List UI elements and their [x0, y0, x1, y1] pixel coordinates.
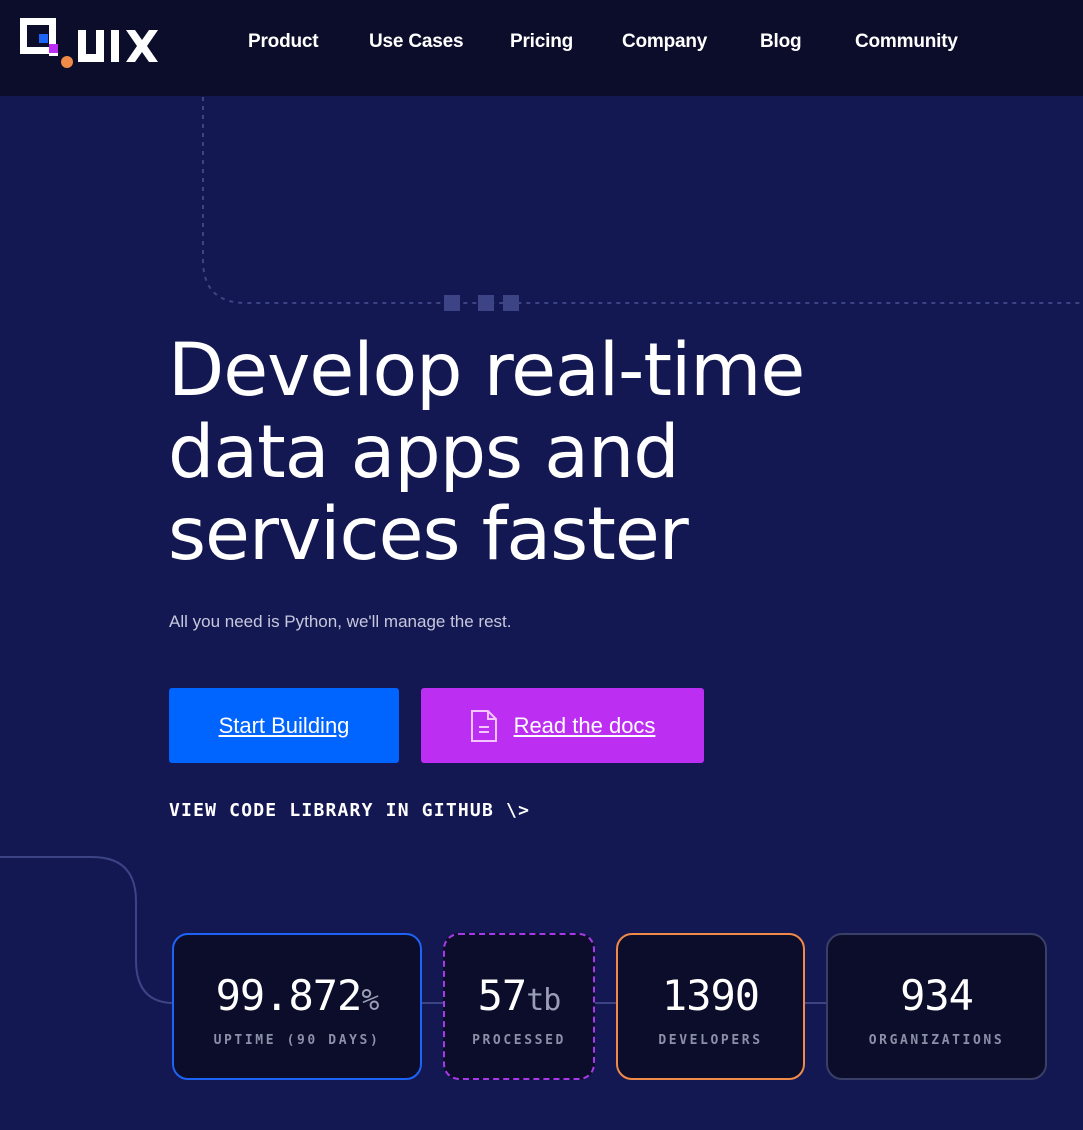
hero-subtitle: All you need is Python, we'll manage the…: [169, 612, 512, 631]
stat-card-uptime: 99.872% UPTIME (90 DAYS): [172, 933, 422, 1080]
nav-link-community[interactable]: Community: [855, 31, 958, 53]
top-navigation: Product Use Cases Pricing Company Blog C…: [0, 0, 1083, 96]
stat-label: ORGANIZATIONS: [868, 1033, 1005, 1048]
stat-value: 1390: [618, 971, 803, 1020]
start-building-button[interactable]: Start Building: [169, 688, 399, 763]
hero-title: Develop real-time data apps and services…: [168, 330, 888, 576]
github-code-library-link[interactable]: VIEW CODE LIBRARY IN GITHUB \>: [169, 800, 530, 821]
stat-value: 99.872%: [174, 971, 420, 1020]
stat-number: 99.872: [215, 971, 363, 1020]
stat-value: 57tb: [445, 971, 593, 1020]
hero-title-line: data apps and: [168, 410, 680, 495]
stat-label: UPTIME (90 DAYS): [213, 1033, 381, 1048]
stat-unit: tb: [526, 983, 561, 1018]
connector-square: [478, 295, 494, 311]
stat-number: 57: [477, 971, 528, 1020]
stat-card-developers: 1390 DEVELOPERS: [616, 933, 805, 1080]
stat-number: 1390: [661, 971, 760, 1020]
stat-number: 934: [900, 971, 974, 1020]
hero-title-line: services faster: [168, 492, 689, 577]
nav-link-pricing[interactable]: Pricing: [510, 31, 573, 53]
stat-value: 934: [828, 971, 1045, 1020]
nav-link-use-cases[interactable]: Use Cases: [369, 31, 464, 53]
stat-unit: %: [361, 983, 379, 1018]
read-docs-button[interactable]: Read the docs: [421, 688, 704, 763]
nav-link-company[interactable]: Company: [622, 31, 707, 53]
stat-card-processed: 57tb PROCESSED: [443, 933, 595, 1080]
stat-card-organizations: 934 ORGANIZATIONS: [826, 933, 1047, 1080]
main-menu: Product Use Cases Pricing Company Blog C…: [0, 0, 1083, 86]
connector-square: [444, 295, 460, 311]
nav-link-blog[interactable]: Blog: [760, 31, 802, 53]
read-docs-label: Read the docs: [513, 712, 656, 738]
stat-label: PROCESSED: [472, 1033, 566, 1048]
hero-title-line: Develop real-time: [168, 328, 805, 413]
document-icon: [470, 709, 497, 742]
start-building-label: Start Building: [218, 712, 350, 738]
connector-square: [503, 295, 519, 311]
stat-label: DEVELOPERS: [658, 1033, 763, 1048]
nav-link-product[interactable]: Product: [248, 31, 319, 53]
